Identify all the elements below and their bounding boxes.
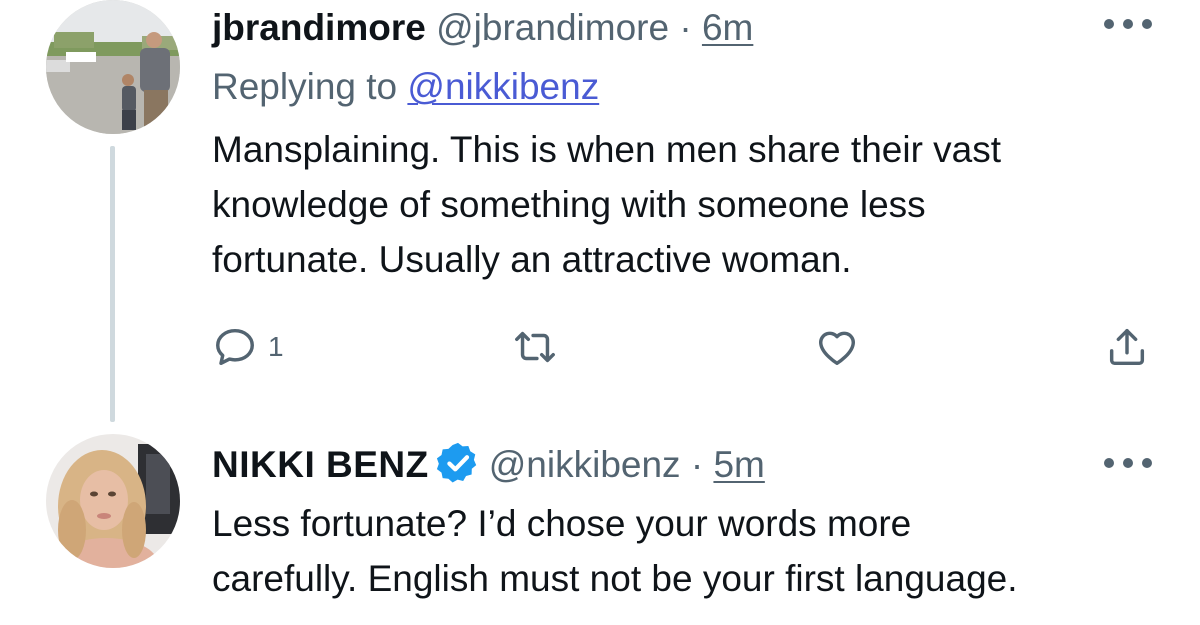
handle[interactable]: @jbrandimore <box>436 7 669 48</box>
tweet-1-header: jbrandimore @jbrandimore · 6m <box>212 6 753 50</box>
tweet-text-line: Less fortunate? I’d chose your words mor… <box>212 503 912 544</box>
handle[interactable]: @nikkibenz <box>489 444 681 485</box>
tweet-text-line: fortunate. Usually an attractive woman. <box>212 239 852 280</box>
thread-connector-line <box>110 146 115 422</box>
tweet-text-line: knowledge of something with someone less <box>212 184 926 225</box>
retweet-icon <box>515 331 555 363</box>
tweet-text-line: Mansplaining. This is when men share the… <box>212 129 1002 170</box>
like-button[interactable] <box>814 322 860 372</box>
tweet-1-actions: 1 <box>212 322 1162 372</box>
tweet-2-header: NIKKI BENZ @nikkibenz · 5m <box>212 440 765 487</box>
avatar-jbrandimore[interactable] <box>46 0 180 134</box>
retweet-button[interactable] <box>512 322 558 372</box>
avatar-nikkibenz[interactable] <box>46 434 180 568</box>
separator: · <box>679 7 692 48</box>
reply-count: 1 <box>268 331 284 362</box>
separator: · <box>690 444 704 485</box>
tweet-2-text: Less fortunate? I’d chose your words mor… <box>212 496 1172 606</box>
replying-label: Replying to <box>212 66 398 107</box>
share-icon <box>1109 328 1145 366</box>
more-icon[interactable] <box>1104 456 1152 470</box>
timestamp-link[interactable]: 5m <box>713 444 764 485</box>
share-button[interactable] <box>1104 322 1150 372</box>
reply-button[interactable]: 1 <box>212 322 284 372</box>
more-icon[interactable] <box>1104 17 1152 31</box>
display-name[interactable]: jbrandimore <box>212 7 426 48</box>
tweet-1-text: Mansplaining. This is when men share the… <box>212 122 1172 287</box>
reply-icon <box>216 328 254 366</box>
avatar-photo <box>46 434 180 568</box>
timestamp-link[interactable]: 6m <box>702 7 753 48</box>
heart-icon <box>818 331 856 366</box>
display-name[interactable]: NIKKI BENZ <box>212 444 429 485</box>
mention-link[interactable]: @nikkibenz <box>407 66 599 107</box>
verified-badge-icon <box>436 442 476 483</box>
avatar-photo <box>46 0 180 134</box>
thread-view: jbrandimore @jbrandimore · 6m Replying t… <box>0 0 1200 625</box>
replying-to: Replying to @nikkibenz <box>212 65 599 109</box>
tweet-text-line: carefully. English must not be your firs… <box>212 558 1018 599</box>
